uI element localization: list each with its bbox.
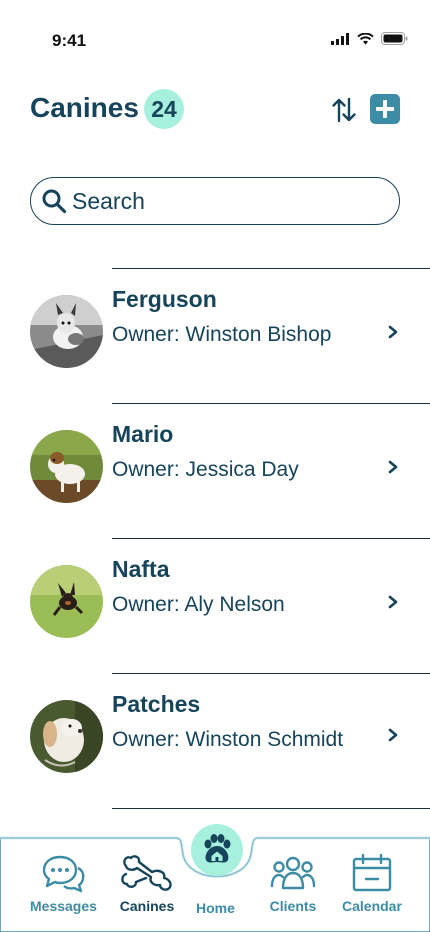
count-badge: 24: [144, 89, 184, 129]
dog-photo-ferguson: [30, 295, 103, 368]
home-button[interactable]: [191, 824, 243, 876]
dog-owner: Owner: Winston Schmidt: [112, 728, 344, 751]
dog-avatar: [30, 700, 103, 773]
bone-icon: [121, 855, 172, 891]
dog-name: Nafta: [112, 556, 170, 582]
dog-name: Mario: [112, 421, 174, 447]
dog-avatar: [30, 295, 103, 368]
dog-photo-patches: [30, 700, 103, 773]
dog-owner: Owner: Aly Nelson: [112, 593, 285, 616]
nav-calendar[interactable]: Calendar: [342, 852, 402, 914]
calendar-icon: [352, 853, 392, 892]
nav-calendar-label: Calendar: [342, 898, 402, 914]
search-input[interactable]: [72, 187, 372, 215]
search-icon: [42, 189, 67, 214]
battery-icon: [381, 32, 408, 45]
dog-avatar: [30, 430, 103, 503]
wifi-icon: [357, 32, 374, 44]
nav-clients-label: Clients: [269, 898, 317, 914]
list-item[interactable]: Ferguson Owner: Winston Bishop: [0, 268, 430, 403]
nav-messages-label: Messages: [30, 898, 97, 914]
bottom-nav: Messages Canines Home Clients Calendar: [0, 824, 430, 932]
page-title: Canines: [30, 92, 139, 123]
status-time: 9:41: [52, 31, 87, 50]
list-divider: [112, 808, 430, 809]
status-bar: 9:41: [0, 0, 430, 70]
users-group-icon: [270, 856, 316, 890]
nav-canines[interactable]: Canines: [118, 852, 176, 914]
list-item[interactable]: Mario Owner: Jessica Day: [0, 403, 430, 538]
dog-name: Ferguson: [112, 286, 217, 312]
sort-arrows-icon: [332, 97, 356, 123]
chevron-right-icon: [388, 728, 398, 742]
dog-avatar: [30, 565, 103, 638]
dog-photo-nafta: [30, 565, 103, 638]
chevron-right-icon: [388, 460, 398, 474]
dog-owner: Owner: Jessica Day: [112, 458, 299, 481]
cellular-signal-icon: [331, 32, 349, 45]
dog-photo-mario: [30, 430, 103, 503]
chevron-right-icon: [388, 325, 398, 339]
chevron-right-icon: [388, 595, 398, 609]
paw-home-icon: [204, 834, 231, 863]
nav-home[interactable]: Home: [196, 900, 235, 916]
search-box[interactable]: [30, 177, 400, 225]
list-item[interactable]: Nafta Owner: Aly Nelson: [0, 538, 430, 673]
dog-name: Patches: [112, 691, 201, 717]
nav-clients[interactable]: Clients: [269, 852, 317, 914]
nav-canines-label: Canines: [119, 898, 175, 914]
add-button[interactable]: [370, 94, 400, 124]
chat-bubbles-icon: [43, 855, 85, 893]
sort-button[interactable]: [330, 95, 358, 125]
list-item[interactable]: Patches Owner: Winston Schmidt: [0, 673, 430, 808]
nav-messages[interactable]: Messages: [30, 852, 97, 914]
status-icons: [331, 32, 408, 45]
nav-home-label: Home: [196, 900, 235, 916]
dog-owner: Owner: Winston Bishop: [112, 323, 332, 346]
